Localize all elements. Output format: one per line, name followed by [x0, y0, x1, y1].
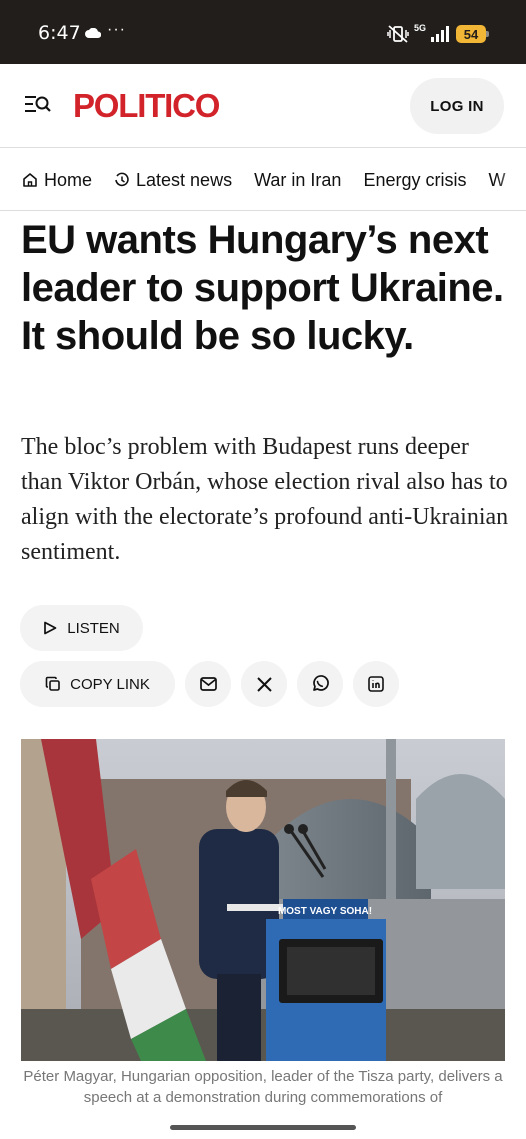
email-icon: [199, 677, 217, 691]
listen-label: LISTEN: [67, 619, 120, 637]
nav-fade: [496, 149, 526, 210]
copy-icon: [45, 676, 60, 691]
nav-item-energy-crisis[interactable]: Energy crisis: [363, 170, 466, 191]
nav-item-home[interactable]: Home: [22, 170, 92, 191]
photo-illustration: MOST VAGY SOHA!: [21, 739, 505, 1061]
nav-item-war-in-iran[interactable]: War in Iran: [254, 170, 341, 191]
battery-level: 54: [463, 26, 479, 42]
nav-item-label: Latest news: [136, 169, 233, 190]
home-icon: [23, 173, 37, 187]
menu-search-icon[interactable]: [24, 94, 52, 116]
listen-button[interactable]: LISTEN: [20, 605, 143, 651]
nav-item-label: War in Iran: [254, 169, 342, 190]
nav-item-label: Energy crisis: [363, 169, 467, 190]
clock-icon: [115, 172, 129, 187]
status-indicators: 5G 54: [387, 22, 489, 46]
signal-icon: [431, 26, 449, 42]
copy-link-button[interactable]: COPY LINK: [20, 661, 175, 707]
home-indicator[interactable]: [170, 1125, 356, 1130]
battery-indicator: 54: [456, 25, 489, 43]
network-type: 5G: [413, 22, 426, 33]
share-linkedin-button[interactable]: [353, 661, 399, 707]
login-button[interactable]: LOG IN: [410, 78, 504, 134]
politico-logo[interactable]: POLITICO: [73, 86, 220, 126]
nav-item-label: Home: [44, 169, 93, 190]
status-time: 6:47: [38, 22, 81, 44]
play-icon: [44, 621, 57, 635]
photo-caption: Péter Magyar, Hungarian opposition, lead…: [23, 1068, 503, 1106]
status-bar: 6:47 ··· 5G 54: [0, 0, 526, 64]
whatsapp-icon: [313, 675, 329, 691]
status-more-dots: ···: [107, 21, 126, 38]
article-photo[interactable]: MOST VAGY SOHA!: [21, 739, 505, 1061]
vibrate-mute-icon: [387, 25, 409, 43]
podium-sign-text: MOST VAGY SOHA!: [278, 906, 372, 917]
copy-link-label: COPY LINK: [70, 675, 150, 693]
article-headline: EU wants Hungary’s next leader to suppor…: [21, 218, 504, 358]
article-dek: The bloc’s problem with Budapest runs de…: [21, 434, 509, 565]
x-icon: [256, 676, 272, 692]
cloud-icon: [85, 28, 101, 38]
site-header: POLITICO LOG IN: [0, 64, 526, 148]
share-x-button[interactable]: [241, 661, 287, 707]
nav-item-latest-news[interactable]: Latest news: [114, 170, 232, 191]
share-whatsapp-button[interactable]: [297, 661, 343, 707]
section-nav: Home Latest news War in Iran Energy cris…: [0, 149, 526, 211]
share-email-button[interactable]: [185, 661, 231, 707]
linkedin-icon: [368, 676, 384, 692]
